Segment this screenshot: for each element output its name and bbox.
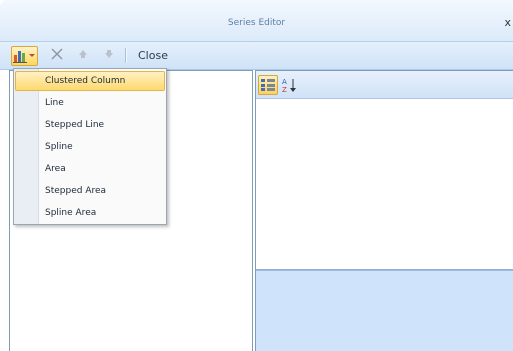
alphabetical-button[interactable]: A Z: [282, 77, 300, 94]
chevron-down-icon: [29, 54, 35, 57]
window-close-button[interactable]: x: [504, 16, 511, 29]
move-up-button[interactable]: [75, 47, 91, 63]
move-up-icon: [79, 50, 87, 58]
properties-panel: A Z: [255, 70, 513, 351]
move-down-icon: [105, 50, 113, 58]
menu-item-stepped-area[interactable]: Stepped Area: [15, 181, 165, 201]
property-grid[interactable]: [256, 99, 513, 270]
menu-item-spline[interactable]: Spline: [15, 137, 165, 157]
menu-item-clustered-column[interactable]: Clustered Column: [15, 71, 165, 91]
svg-text:A: A: [282, 78, 287, 86]
toolbar-separator: [125, 48, 126, 63]
property-description-pane: [256, 270, 513, 351]
close-button[interactable]: Close: [138, 49, 168, 62]
categorized-button[interactable]: [258, 75, 278, 95]
menu-item-area[interactable]: Area: [15, 159, 165, 179]
chart-type-button[interactable]: [11, 46, 38, 66]
series-editor-window: Series Editor x Close A Z Clustered Colu…: [0, 0, 513, 351]
title-bar: Series Editor x: [0, 0, 513, 42]
delete-button[interactable]: [49, 47, 65, 63]
delete-x-icon: [51, 48, 63, 60]
categorized-icon: [261, 79, 275, 91]
window-title: Series Editor: [227, 18, 286, 28]
editor-toolbar: Close: [0, 42, 513, 70]
menu-item-spline-area[interactable]: Spline Area: [15, 203, 165, 223]
move-down-button[interactable]: [101, 47, 117, 63]
chart-type-menu: Clustered Column Line Stepped Line Splin…: [13, 68, 167, 225]
svg-text:Z: Z: [282, 86, 287, 93]
column-chart-icon: [13, 51, 27, 63]
menu-item-line[interactable]: Line: [15, 93, 165, 113]
sort-az-icon: A Z: [282, 78, 296, 94]
menu-item-stepped-line[interactable]: Stepped Line: [15, 115, 165, 135]
property-grid-toolbar: A Z: [256, 71, 513, 99]
